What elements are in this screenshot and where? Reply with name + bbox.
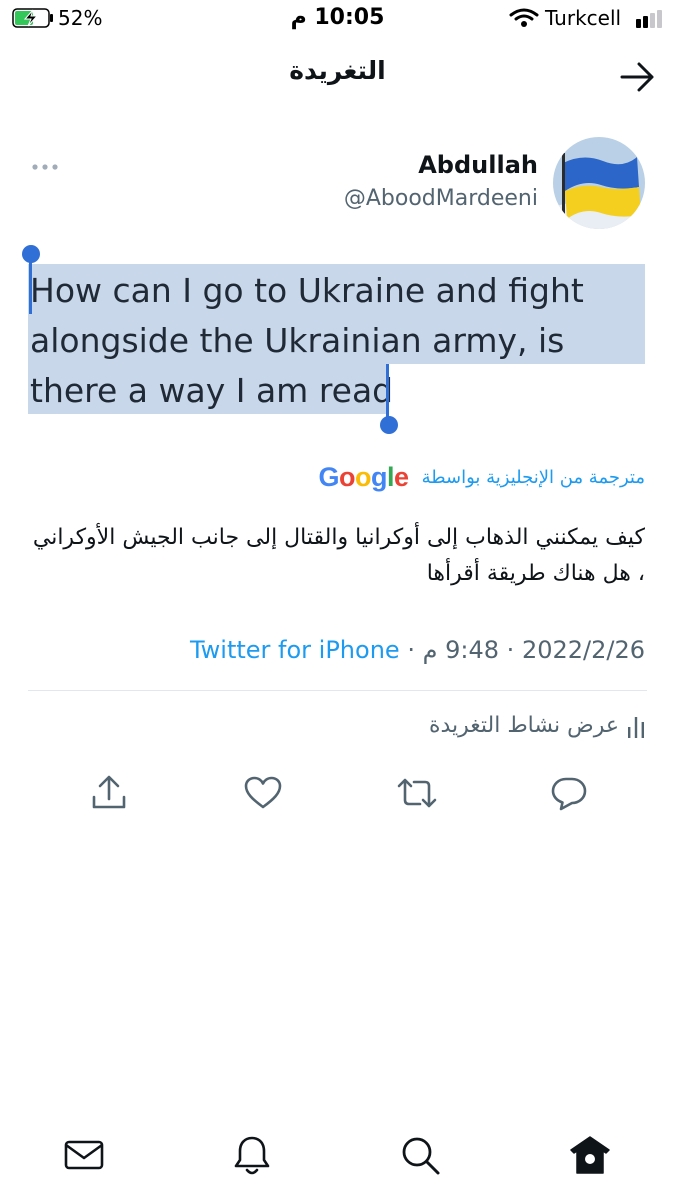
arrow-right-icon[interactable] — [618, 60, 658, 94]
carrier-name: Turkcell — [545, 6, 622, 30]
like-icon[interactable] — [240, 770, 286, 816]
reply-icon[interactable] — [546, 770, 592, 816]
author-name[interactable]: Abdullah — [418, 151, 538, 179]
avatar-flag-image — [553, 137, 645, 229]
meta-separator: · — [506, 636, 515, 664]
tweet-date: 2022/2/26 — [521, 636, 645, 664]
tweet-timestamp: 2022/2/26 · 9:48 م · Twitter for iPhone — [190, 636, 645, 664]
messages-icon[interactable] — [62, 1133, 106, 1177]
tweet-time: 9:48 م — [422, 636, 500, 664]
share-icon[interactable] — [86, 770, 132, 816]
tweet-text-line: alongside the Ukrainian army, is — [30, 321, 565, 360]
notifications-icon[interactable] — [230, 1133, 274, 1177]
translation-attribution: مترجمة من الإنجليزية بواسطة Google — [318, 462, 645, 496]
wifi-icon — [509, 8, 539, 27]
meta-separator: · — [407, 636, 415, 664]
tweet-text-line: there a way I am read — [30, 371, 394, 410]
tweet-text[interactable]: How can I go to Ukraine and fight alongs… — [30, 266, 650, 416]
google-logo: Google — [318, 462, 409, 492]
status-bar: 52% 10:05 م Turkcell — [0, 0, 675, 40]
top-bar: التغريدة — [0, 40, 675, 112]
avatar[interactable] — [553, 137, 645, 229]
divider — [28, 690, 647, 691]
author-handle[interactable]: @AboodMardeeni — [344, 186, 538, 211]
more-horizontal-icon[interactable] — [30, 158, 60, 176]
translated-by-label: مترجمة من الإنجليزية بواسطة — [421, 467, 645, 488]
retweet-icon[interactable] — [394, 770, 440, 816]
tweet-source-link[interactable]: Twitter for iPhone — [190, 636, 400, 664]
home-icon[interactable] — [568, 1133, 612, 1177]
translated-tweet-text: كيف يمكنني الذهاب إلى أوكرانيا والقتال إ… — [32, 525, 645, 586]
activity-label: عرض نشاط التغريدة — [428, 713, 619, 738]
page-title: التغريدة — [289, 56, 386, 85]
tweet-text-line: How can I go to Ukraine and fight — [30, 271, 584, 310]
signal-strength-icon — [636, 10, 662, 28]
bar-chart-icon — [628, 717, 644, 738]
view-tweet-activity-link[interactable]: عرض نشاط التغريدة — [429, 713, 645, 739]
search-icon[interactable] — [398, 1133, 442, 1177]
